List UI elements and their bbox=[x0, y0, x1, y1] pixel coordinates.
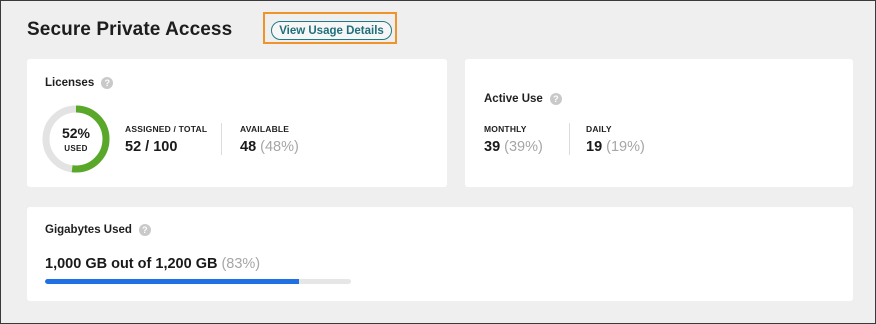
gigabytes-summary: 1,000 GB out of 1,200 GB (83%) bbox=[45, 256, 260, 272]
active-use-divider bbox=[569, 123, 570, 155]
daily-value: 19 (19%) bbox=[586, 139, 645, 155]
available-label: AVAILABLE bbox=[240, 124, 290, 134]
active-use-title-label: Active Use bbox=[484, 93, 543, 105]
monthly-number: 39 bbox=[484, 139, 501, 155]
assigned-total-number: 52 / 100 bbox=[125, 139, 178, 155]
daily-label: DAILY bbox=[586, 124, 612, 134]
monthly-label: MONTHLY bbox=[484, 124, 527, 134]
question-circle-icon[interactable]: ? bbox=[138, 224, 151, 236]
daily-percent: (19%) bbox=[606, 139, 645, 155]
gigabytes-progress-fill bbox=[45, 279, 299, 284]
licenses-divider bbox=[221, 123, 222, 155]
assigned-total-value: 52 / 100 bbox=[125, 139, 177, 155]
assigned-total-label: ASSIGNED / TOTAL bbox=[125, 124, 208, 134]
monthly-value: 39 (39%) bbox=[484, 139, 543, 155]
used-label: USED bbox=[64, 144, 88, 153]
gigabytes-percent: (83%) bbox=[221, 256, 261, 272]
gigabytes-summary-text: 1,000 GB out of 1,200 GB bbox=[45, 256, 218, 272]
gigabytes-progress-bar bbox=[45, 279, 351, 284]
view-usage-details-button[interactable]: View Usage Details bbox=[271, 21, 392, 40]
question-circle-icon[interactable]: ? bbox=[101, 77, 114, 89]
active-use-title: Active Use ? bbox=[484, 93, 562, 105]
available-number: 48 bbox=[240, 139, 257, 155]
question-circle-icon[interactable]: ? bbox=[549, 93, 562, 105]
daily-number: 19 bbox=[586, 139, 603, 155]
used-percent: 52% bbox=[61, 125, 91, 141]
licenses-usage-ring: 52% USED bbox=[41, 104, 111, 174]
page-title: Secure Private Access bbox=[27, 19, 233, 40]
gigabytes-title: Gigabytes Used ? bbox=[45, 224, 151, 236]
licenses-title: Licenses ? bbox=[45, 77, 114, 89]
page-frame: Secure Private Access View Usage Details… bbox=[0, 0, 876, 324]
active-use-card bbox=[465, 59, 853, 187]
available-percent: (48%) bbox=[260, 139, 299, 155]
licenses-title-label: Licenses bbox=[45, 77, 95, 89]
gigabytes-card bbox=[27, 207, 853, 301]
ring-label: 52% USED bbox=[41, 104, 111, 174]
monthly-percent: (39%) bbox=[504, 139, 543, 155]
available-value: 48 (48%) bbox=[240, 139, 299, 155]
gigabytes-title-label: Gigabytes Used bbox=[45, 224, 132, 236]
